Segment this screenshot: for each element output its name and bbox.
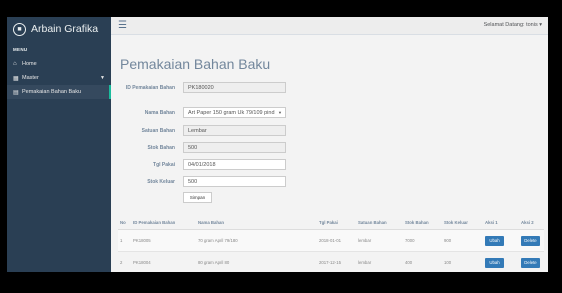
sidebar-item-home[interactable]: ⌂ Home [7,57,111,71]
menu-heading: MENU [13,47,28,52]
table-row: 2 PK18004 80 gram April 80 2017-12-15 le… [118,251,544,272]
col-aksi2: Aksi 2 [519,215,544,230]
sidebar-item-label: Pemakaian Bahan Baku [22,89,82,95]
nama-label: Nama Bahan [144,109,175,116]
satuan-row: Satuan Bahan Lembar [111,125,286,136]
list-icon: ▤ [13,89,19,96]
id-field[interactable]: PK180020 [183,82,286,93]
satuan-value: Lembar [188,127,207,134]
id-row: ID Pemakaian Bahan PK180020 [111,82,286,93]
id-label: ID Pemakaian Bahan [125,84,175,91]
col-tgl: Tgl Pakai [317,215,356,230]
stok-value: 500 [188,144,198,151]
col-aksi1: Aksi 1 [483,215,519,230]
id-value: PK180020 [188,84,214,91]
satuan-field[interactable]: Lembar [183,125,286,136]
edit-button[interactable]: Ubah [485,235,504,246]
menu-toggle-icon[interactable]: ☰ [118,20,127,31]
chevron-down-icon: ▼ [100,75,105,81]
cell-tgl: 2017-12-15 [317,251,356,272]
col-satuan: Satuan Bahan [356,215,403,230]
keluar-label: Stok Keluar [147,178,175,185]
tgl-field[interactable]: 04/01/2018 [183,159,286,170]
stok-field[interactable]: 500 [183,142,286,153]
tgl-value: 04/01/2018 [188,161,216,168]
col-stok: Stok Bahan [403,215,442,230]
keluar-field[interactable]: 500 [183,176,286,187]
cell-no: 1 [118,229,131,252]
keluar-row: Stok Keluar 500 [111,176,286,187]
edit-button[interactable]: Ubah [485,257,504,268]
table-header-row: No ID Pemakaian Bahan Nama Bahan Tgl Pak… [118,215,544,230]
page-title: Pemakaian Bahan Baku [120,56,271,72]
cell-aksi2: Delete [519,229,544,252]
cell-keluar: 900 [442,229,483,252]
cell-id: PK18005 [131,229,196,252]
cell-no: 2 [118,251,131,272]
cell-nama: 70 gram April 79/180 [196,229,317,252]
app-window: ■ Arbain Grafika MENU ⌂ Home ▦ Master ▼ … [7,17,548,272]
tgl-row: Tgl Pakai 04/01/2018 [111,159,286,170]
delete-button[interactable]: Delete [521,235,540,246]
col-no: No [118,215,131,230]
delete-button[interactable]: Delete [521,257,540,268]
home-icon: ⌂ [13,61,17,67]
cell-satuan: lembar [356,251,403,272]
nama-select[interactable]: Art Paper 150 gram Uk 79/109 pind ▼ [183,107,286,118]
app-title: Arbain Grafika [31,23,99,35]
nama-row: Nama Bahan Art Paper 150 gram Uk 79/109 … [111,107,286,118]
cell-stok: 7000 [403,229,442,252]
cell-satuan: lembar [356,229,403,252]
cell-aksi1: Ubah [483,251,519,272]
sidebar-item-master[interactable]: ▦ Master ▼ [7,71,111,85]
col-keluar: Stok Keluar [442,215,483,230]
main-content: Pemakaian Bahan Baku ID Pemakaian Bahan … [111,35,548,272]
tgl-label: Tgl Pakai [153,161,175,168]
data-table: No ID Pemakaian Bahan Nama Bahan Tgl Pak… [118,215,544,272]
save-button[interactable]: Simpan [183,192,212,203]
table-icon: ▦ [13,75,19,82]
user-greeting: Selamat Datang: tonis [483,22,538,28]
satuan-label: Satuan Bahan [141,127,175,134]
cell-keluar: 100 [442,251,483,272]
chevron-down-icon: ▼ [278,110,282,115]
stok-label: Stok Bahan [147,144,175,151]
keluar-value: 500 [188,178,198,185]
cell-id: PK18004 [131,251,196,272]
sidebar-item-label: Master [22,75,39,81]
cell-stok: 400 [403,251,442,272]
user-menu[interactable]: Selamat Datang: tonis ▾ [484,22,542,28]
cell-tgl: 2018-01-01 [317,229,356,252]
col-nama: Nama Bahan [196,215,317,230]
sidebar-item-pemakaian[interactable]: ▤ Pemakaian Bahan Baku [7,85,111,99]
logo-icon: ■ [13,22,26,36]
cell-nama: 80 gram April 80 [196,251,317,272]
stok-row: Stok Bahan 500 [111,142,286,153]
nama-value: Art Paper 150 gram Uk 79/109 pind [188,109,275,116]
top-navbar: ☰ Selamat Datang: tonis ▾ [111,17,548,35]
cell-aksi1: Ubah [483,229,519,252]
sidebar-item-label: Home [22,61,37,67]
col-id: ID Pemakaian Bahan [131,215,196,230]
table-row: 1 PK18005 70 gram April 79/180 2018-01-0… [118,229,544,252]
sidebar: ■ Arbain Grafika MENU ⌂ Home ▦ Master ▼ … [7,17,111,272]
cell-aksi2: Delete [519,251,544,272]
brand[interactable]: ■ Arbain Grafika [7,17,111,41]
